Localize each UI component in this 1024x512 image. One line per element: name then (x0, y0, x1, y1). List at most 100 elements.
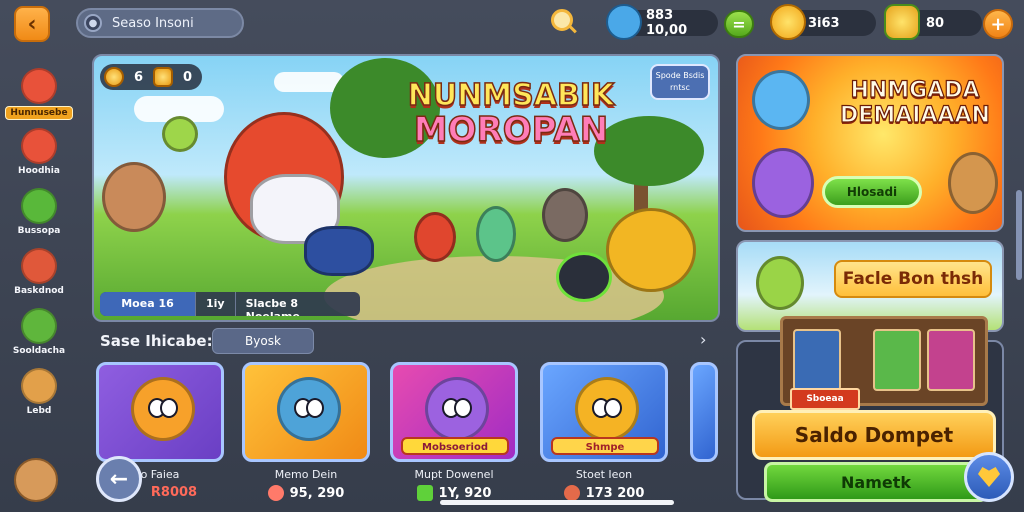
sidebar-item-4[interactable]: Baskdnod (0, 248, 78, 306)
game-card-3-name: Mupt Dowenel (414, 468, 494, 481)
creature-currency-icon (606, 4, 642, 40)
orange-monster-icon (131, 377, 195, 441)
sidebar-item-3[interactable]: Bussopa (0, 188, 78, 246)
character-avatar-icon (21, 308, 57, 344)
blue-monster-icon (277, 377, 341, 441)
sidebar-item-label: Hoodhia (18, 166, 60, 176)
green-creature-character (162, 116, 198, 152)
promo-event-title-line-1: HNMGADA (850, 77, 980, 103)
heart-icon (978, 467, 1000, 487)
promo-event-title-line-2: DEMAIAAAN (839, 103, 990, 129)
banner-title: NUNMSABIK MOROPAN (376, 78, 646, 149)
bear-mic-character (948, 152, 998, 214)
sidebar-item-label: Lebd (26, 406, 52, 416)
game-card-2-name: Memo Dein (274, 468, 338, 481)
currency-1-value: 883 10,00 (646, 8, 688, 38)
saldo-dompet-button[interactable]: Saldo Dompet (752, 410, 996, 460)
inventory-slot-bear[interactable] (873, 329, 921, 391)
game-card-5-partial[interactable] (690, 362, 718, 462)
game-card-4-price-value: 173 200 (585, 485, 645, 501)
currency-3-value: 80 (926, 15, 945, 31)
hero-pants (304, 226, 374, 276)
chevron-right-icon[interactable]: › (700, 330, 706, 349)
wallet-action-button[interactable]: Nametk (764, 462, 988, 502)
sidebar-item-1[interactable]: Hunnusebe (0, 68, 78, 126)
currency-counter-3: 80 (884, 4, 982, 40)
character-avatar-icon (21, 248, 57, 284)
game-card-3-price: 1Y, 920 (390, 485, 518, 501)
promo-card-event[interactable]: HNMGADA DEMAIAAAN Hlosadi (736, 54, 1004, 232)
game-card-2[interactable] (242, 362, 370, 462)
coin-bag-icon (563, 485, 580, 501)
floating-back-button[interactable]: ← (96, 456, 142, 502)
game-card-2-price: 95, 290 (242, 485, 370, 501)
bear-avatar-icon[interactable] (14, 458, 58, 502)
home-indicator (440, 500, 674, 505)
game-card-4-badge: Shmpe (551, 437, 659, 455)
inventory-slot-blue-creature[interactable] (793, 329, 841, 391)
sidebar-item-label: Bussopa (17, 226, 61, 236)
game-card-2-price-value: 95, 290 (289, 485, 345, 501)
top-bar: ‹ ● Seaso Insoni 883 10,00 = 3i63 80 + (0, 0, 1024, 48)
magnifier-icon[interactable] (551, 9, 573, 31)
games-filter-chip[interactable]: Byosk (212, 328, 314, 354)
search-bar[interactable]: ● Seaso Insoni (76, 8, 244, 38)
promo-event-button[interactable]: Hlosadi (822, 176, 922, 208)
purple-monster-icon (425, 377, 489, 441)
arrow-left-icon: ← (109, 466, 129, 492)
game-card-1[interactable] (96, 362, 224, 462)
exchange-button[interactable]: = (724, 10, 754, 38)
banner-tab-2[interactable]: 1iy (196, 292, 236, 316)
inventory-slot-purple-creature[interactable] (927, 329, 975, 391)
add-currency-button[interactable]: + (983, 9, 1013, 39)
bear-character (102, 162, 166, 232)
character-avatar-icon (21, 68, 57, 104)
emerald-icon (416, 485, 433, 501)
sidebar-item-6[interactable]: Lebd (0, 368, 78, 426)
currency-counter-1: 883 10,00 (606, 4, 718, 40)
sidebar-item-5[interactable]: Sooldacha (0, 308, 78, 366)
character-avatar-icon (21, 128, 57, 164)
games-section-title: Sase Ihicabe: (100, 332, 213, 350)
currency-2-value: 3i63 (808, 15, 840, 31)
green-frog-character (756, 256, 804, 310)
search-label: Seaso Insoni (112, 15, 194, 31)
cannon-prop (556, 252, 612, 302)
coin-icon (104, 67, 124, 87)
favorite-button[interactable] (964, 452, 1014, 502)
character-avatar-icon (21, 368, 57, 404)
yellow-monster-icon (575, 377, 639, 441)
game-lobby-screen: ‹ ● Seaso Insoni 883 10,00 = 3i63 80 + H… (0, 0, 1024, 512)
game-card-1-price-value: R8008 (150, 485, 198, 500)
game-card-3-price-value: 1Y, 920 (438, 485, 492, 501)
purple-cat-character (752, 148, 814, 218)
banner-tabs: Moea 16 1iy Slacbe 8 Noelame (100, 292, 360, 316)
character-avatar-icon (21, 188, 57, 224)
banner-tab-1[interactable]: Moea 16 (100, 292, 196, 316)
sidebar-item-2[interactable]: Hoodhia (0, 128, 78, 186)
game-card-3-badge: Mobsoeriod (401, 437, 509, 455)
banner-stat-b: 0 (183, 69, 193, 85)
banner-stat-a: 6 (134, 69, 144, 85)
grey-bear-character (542, 188, 588, 242)
sidebar-item-label: Hunnusebe (5, 106, 73, 120)
sidebar: Hunnusebe Hoodhia Bussopa Baskdnod Soold… (0, 56, 82, 512)
banner-title-line-1: NUNMSABIK (407, 78, 615, 113)
yellow-blob-character (606, 208, 696, 292)
game-card-3[interactable]: Mobsoeriod (390, 362, 518, 462)
back-button[interactable]: ‹ (14, 6, 50, 42)
sun-coin-icon (770, 4, 806, 40)
promo-friends-button[interactable]: Facle Bon thsh (834, 260, 992, 298)
gem-bag-icon (884, 4, 920, 40)
chevron-left-icon: ‹ (27, 11, 37, 37)
promo-event-title: HNMGADA DEMAIAAAN (826, 77, 1002, 129)
banner-stats: 6 0 (100, 64, 203, 90)
blue-creature-character (752, 70, 810, 130)
currency-counter-2: 3i63 (770, 4, 876, 40)
featured-banner[interactable]: NUNMSABIK MOROPAN Spode Bsdis rntsc 6 0 … (92, 54, 720, 322)
inventory-ribbon: Sboeaa (790, 388, 860, 410)
banner-tab-3[interactable]: Slacbe 8 Noelame (236, 292, 360, 316)
sidebar-item-label: Sooldacha (12, 346, 66, 356)
side-scroll-handle[interactable] (1016, 190, 1022, 280)
game-card-4[interactable]: Shmpe (540, 362, 668, 462)
